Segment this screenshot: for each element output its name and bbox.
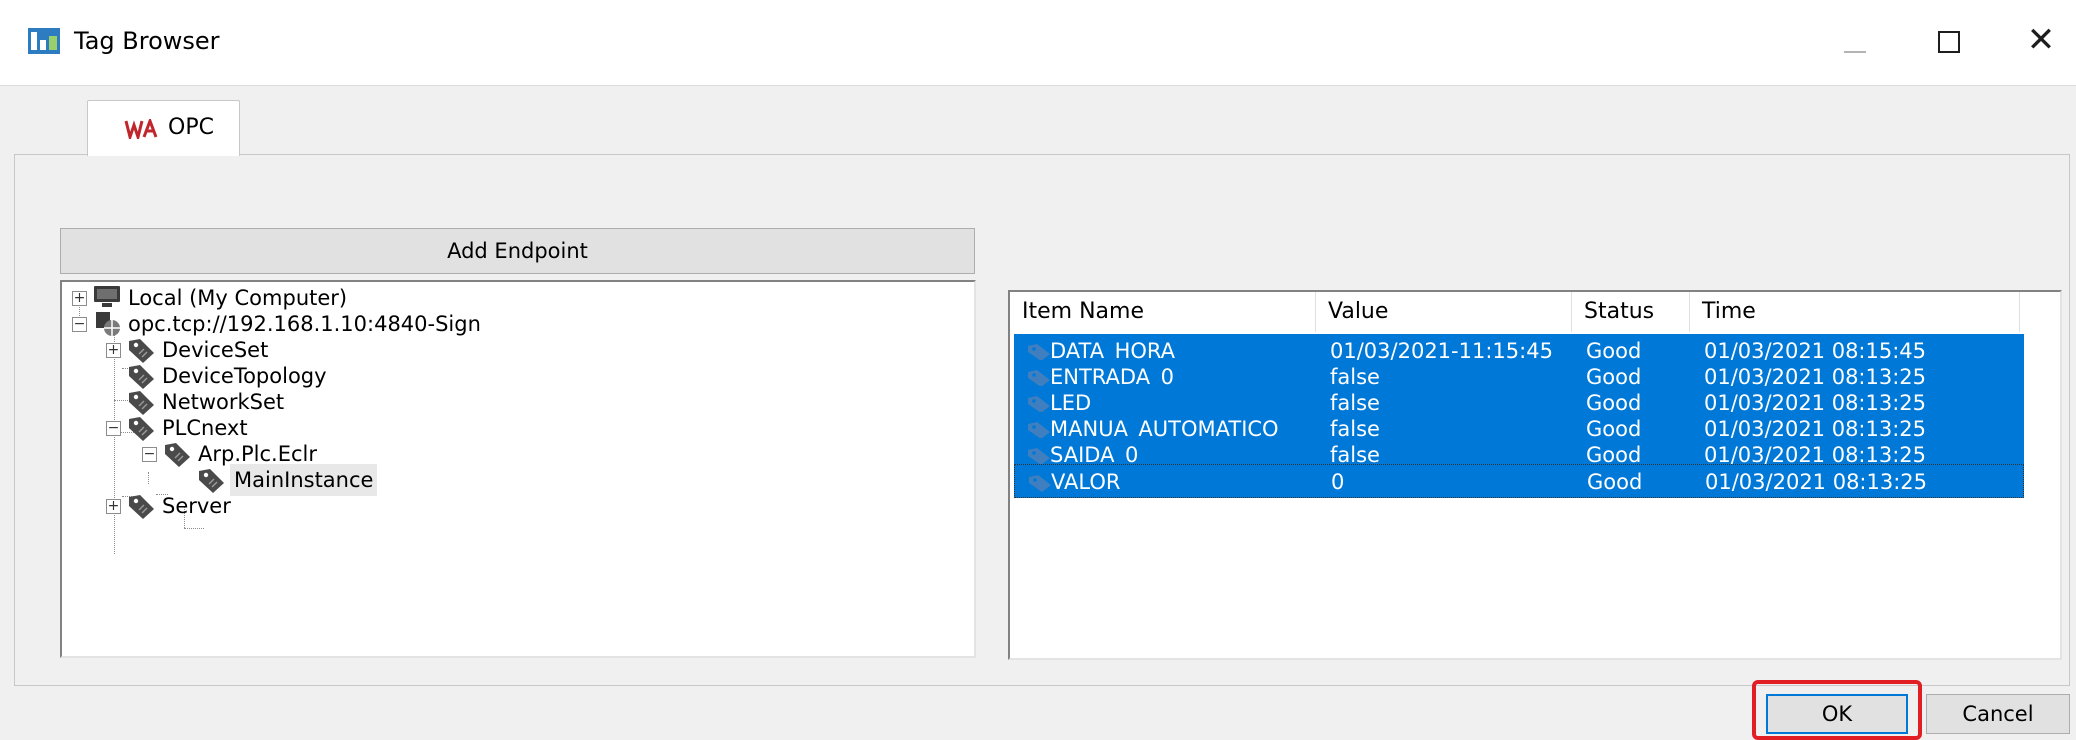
tree-connector <box>184 528 204 529</box>
title-bar: Tag Browser ✕ <box>0 0 2076 86</box>
close-icon: ✕ <box>2026 20 2056 60</box>
collapse-icon[interactable]: − <box>106 421 121 436</box>
minimize-button[interactable] <box>1824 10 1904 76</box>
list-row-focused[interactable]: VALOR 0 Good 01/03/2021 08:13:25 <box>1014 464 2024 498</box>
tag-icon <box>1028 396 1050 413</box>
endpoint-tree[interactable]: + Local (My Computer) − opc.tcp://192.16… <box>60 280 976 658</box>
tag-icon <box>1028 370 1050 387</box>
column-header-item-name[interactable]: Item Name <box>1010 292 1316 332</box>
cell-item-name: VALOR <box>1051 470 1121 494</box>
expand-icon[interactable]: + <box>106 499 121 514</box>
tree-node-label: Server <box>162 494 231 518</box>
maximize-icon <box>1938 31 1960 53</box>
opc-tab-icon <box>124 119 158 139</box>
cell-value: 0 <box>1331 470 1345 494</box>
cancel-button[interactable]: Cancel <box>1926 694 2070 734</box>
tag-icon <box>1028 422 1050 439</box>
add-endpoint-button[interactable]: Add Endpoint <box>60 228 975 274</box>
tag-icon <box>1028 344 1050 361</box>
expand-icon[interactable]: + <box>106 343 121 358</box>
minimize-icon <box>1844 51 1866 53</box>
tree-connector <box>148 472 149 484</box>
column-header-value[interactable]: Value <box>1316 292 1572 332</box>
tag-list-view[interactable]: Item Name Value Status Time DATA_HORA 01… <box>1008 290 2062 660</box>
cell-status: Good <box>1587 470 1643 494</box>
window-title: Tag Browser <box>74 27 220 55</box>
tab-label: OPC <box>168 115 214 140</box>
maximize-button[interactable] <box>1920 10 2000 76</box>
list-header: Item Name Value Status Time <box>1010 292 2060 332</box>
collapse-icon[interactable]: − <box>142 447 157 462</box>
app-icon <box>28 28 60 54</box>
tag-icon <box>129 495 154 519</box>
column-header-time[interactable]: Time <box>1690 292 2020 332</box>
tag-icon <box>1028 448 1050 465</box>
tab-opc[interactable]: OPC <box>87 100 240 156</box>
tree-node-server[interactable]: + Server <box>104 490 324 522</box>
cell-time: 01/03/2021 08:13:25 <box>1705 470 1928 494</box>
expand-icon[interactable]: + <box>72 291 87 306</box>
collapse-icon[interactable]: − <box>72 317 87 332</box>
ok-button-highlight <box>1752 680 1922 740</box>
column-header-status[interactable]: Status <box>1572 292 1690 332</box>
tag-icon <box>1029 475 1051 492</box>
close-button[interactable]: ✕ <box>2008 10 2074 76</box>
